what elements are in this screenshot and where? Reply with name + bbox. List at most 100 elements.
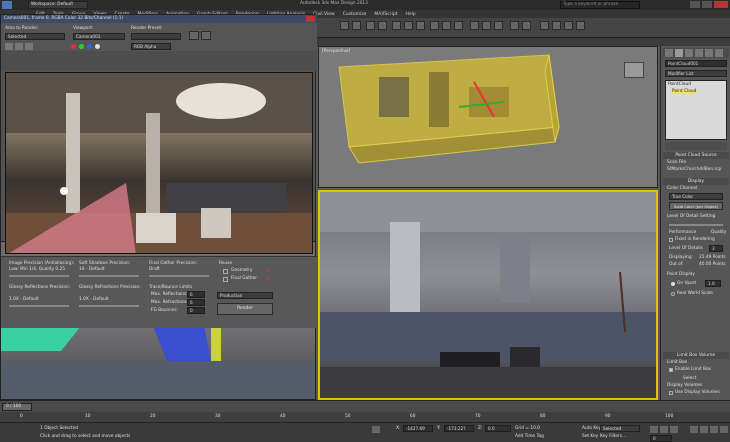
on-vport-field[interactable]: 1.0	[705, 280, 721, 287]
rendered-frame-icon[interactable]	[564, 21, 573, 30]
render-setup-icon[interactable]	[552, 21, 561, 30]
viewport-dropdown[interactable]: Camera001	[73, 33, 125, 40]
real-world-radio[interactable]	[671, 292, 675, 296]
max-refractions-field[interactable]: 6	[187, 299, 205, 306]
modifier-list-dropdown[interactable]: Modifier List	[665, 70, 727, 77]
percent-snap-icon[interactable]	[494, 21, 503, 30]
clear-fg-icon[interactable]: ✕	[265, 277, 271, 283]
display-tab-icon[interactable]	[705, 49, 713, 57]
maximize-button[interactable]	[702, 1, 712, 8]
scale-icon[interactable]	[454, 21, 463, 30]
z-coordinate-field[interactable]: 0.0	[485, 425, 511, 432]
max-reflections-field[interactable]: 6	[187, 291, 205, 298]
environment-icon[interactable]	[201, 31, 211, 40]
display-rollout[interactable]: Display	[663, 178, 729, 185]
play-icon[interactable]	[660, 426, 668, 433]
minimize-button[interactable]	[690, 1, 700, 8]
app-logo-icon[interactable]	[2, 1, 12, 9]
viewcube-icon[interactable]	[624, 62, 644, 78]
object-name-field[interactable]: PointCloud001	[665, 60, 727, 67]
render-mode-dropdown[interactable]: Production	[217, 292, 273, 299]
select-button[interactable]: Select	[683, 376, 696, 381]
redo-icon[interactable]	[352, 21, 361, 30]
red-channel-icon[interactable]	[71, 44, 76, 49]
lock-selection-icon[interactable]	[372, 426, 380, 433]
viewport-perspective[interactable]: [Perspective]	[318, 46, 658, 188]
final-gather-checkbox[interactable]	[223, 277, 228, 282]
unlink-icon[interactable]	[378, 21, 387, 30]
modify-tab-icon[interactable]	[675, 49, 683, 57]
menu-help[interactable]: Help	[405, 12, 415, 17]
undo-icon[interactable]	[340, 21, 349, 30]
limit-box-rollout[interactable]: Limit Box Volume	[663, 352, 729, 359]
select-object-icon[interactable]	[392, 21, 401, 30]
enable-limit-box-checkbox[interactable]	[669, 368, 673, 372]
close-icon[interactable]	[306, 16, 315, 22]
area-to-render-dropdown[interactable]: Selected	[5, 33, 65, 40]
copy-image-icon[interactable]	[15, 43, 23, 50]
fixed-in-rendering-checkbox[interactable]	[669, 238, 673, 242]
add-time-tag-button[interactable]: Add Time Tag	[515, 434, 544, 439]
motion-tab-icon[interactable]	[695, 49, 703, 57]
x-coordinate-field[interactable]: -1427.69	[403, 425, 433, 432]
material-editor-icon[interactable]	[540, 21, 549, 30]
menu-maxscript[interactable]: MAXScript	[374, 12, 397, 17]
color-channel-dropdown[interactable]: True Color	[669, 193, 723, 200]
orbit-icon[interactable]	[700, 426, 708, 433]
key-mode-dropdown[interactable]: Selected	[600, 425, 640, 432]
snap-icon[interactable]	[470, 21, 479, 30]
glossy-reflections-slider[interactable]	[9, 305, 69, 307]
time-slider-thumb[interactable]: 0 / 100	[2, 403, 32, 411]
green-channel-icon[interactable]	[79, 44, 84, 49]
align-icon[interactable]	[522, 21, 531, 30]
image-precision-slider[interactable]	[9, 275, 69, 277]
render-production-icon[interactable]	[576, 21, 585, 30]
hierarchy-tab-icon[interactable]	[685, 49, 693, 57]
move-icon[interactable]	[430, 21, 439, 30]
glossy-refractions-slider[interactable]	[79, 305, 139, 307]
region-select-icon[interactable]	[416, 21, 425, 30]
use-display-volumes-checkbox[interactable]	[669, 391, 673, 395]
auto-key-button[interactable]: Auto Key	[582, 426, 601, 431]
rendered-frame-title-bar[interactable]: Camera001, frame 0, RGBA Color 32 Bits/C…	[1, 15, 317, 23]
solid-color-button[interactable]: Solid Color (per Object)	[669, 202, 723, 210]
y-coordinate-field[interactable]: -173.227	[444, 425, 474, 432]
utilities-tab-icon[interactable]	[715, 49, 723, 57]
clone-frame-icon[interactable]	[25, 43, 33, 50]
final-gather-slider[interactable]	[149, 275, 209, 277]
zoom-icon[interactable]	[690, 426, 698, 433]
search-box[interactable]: Type a keyword or phrase	[560, 1, 640, 9]
fg-bounces-field[interactable]: 0	[187, 307, 205, 314]
rotate-icon[interactable]	[442, 21, 451, 30]
soft-shadows-slider[interactable]	[79, 275, 139, 277]
display-channel-dropdown[interactable]: RGB Alpha	[131, 43, 171, 50]
select-link-icon[interactable]	[366, 21, 375, 30]
render-preset-dropdown[interactable]	[131, 33, 181, 40]
current-frame-field[interactable]: 0	[650, 435, 672, 442]
workspace-dropdown[interactable]: Workspace: Default	[31, 2, 73, 7]
render-button[interactable]: Render	[217, 303, 273, 315]
set-key-button[interactable]: Set Key	[582, 434, 598, 439]
create-tab-icon[interactable]	[665, 49, 673, 57]
go-to-start-icon[interactable]	[650, 426, 658, 433]
lod-slider[interactable]	[669, 224, 723, 226]
key-filters-button[interactable]: Key Filters...	[600, 434, 626, 439]
modifier-stack[interactable]: PointCloud Point Cloud	[665, 80, 727, 140]
rendered-image[interactable]	[5, 72, 313, 254]
maximize-viewport-icon[interactable]	[720, 426, 728, 433]
angle-snap-icon[interactable]	[482, 21, 491, 30]
lod-value-field[interactable]: 3	[709, 245, 723, 252]
on-vport-radio[interactable]	[671, 282, 675, 286]
stack-item[interactable]: PointCloud	[668, 82, 691, 87]
go-to-end-icon[interactable]	[670, 426, 678, 433]
track-bar[interactable]: 0 10 20 30 40 50 60 70 80 90 100	[0, 412, 730, 422]
blue-channel-icon[interactable]	[87, 44, 92, 49]
select-by-name-icon[interactable]	[404, 21, 413, 30]
scan-file-value[interactable]: StMarksChurchAllBen.rcp	[667, 167, 721, 172]
mirror-icon[interactable]	[510, 21, 519, 30]
close-button[interactable]	[714, 1, 728, 8]
render-setup-icon[interactable]	[189, 31, 199, 40]
menu-customize[interactable]: Customize	[343, 12, 367, 17]
time-slider[interactable]: 0 / 100	[0, 400, 730, 412]
clear-geometry-icon[interactable]: ✕	[265, 269, 271, 275]
